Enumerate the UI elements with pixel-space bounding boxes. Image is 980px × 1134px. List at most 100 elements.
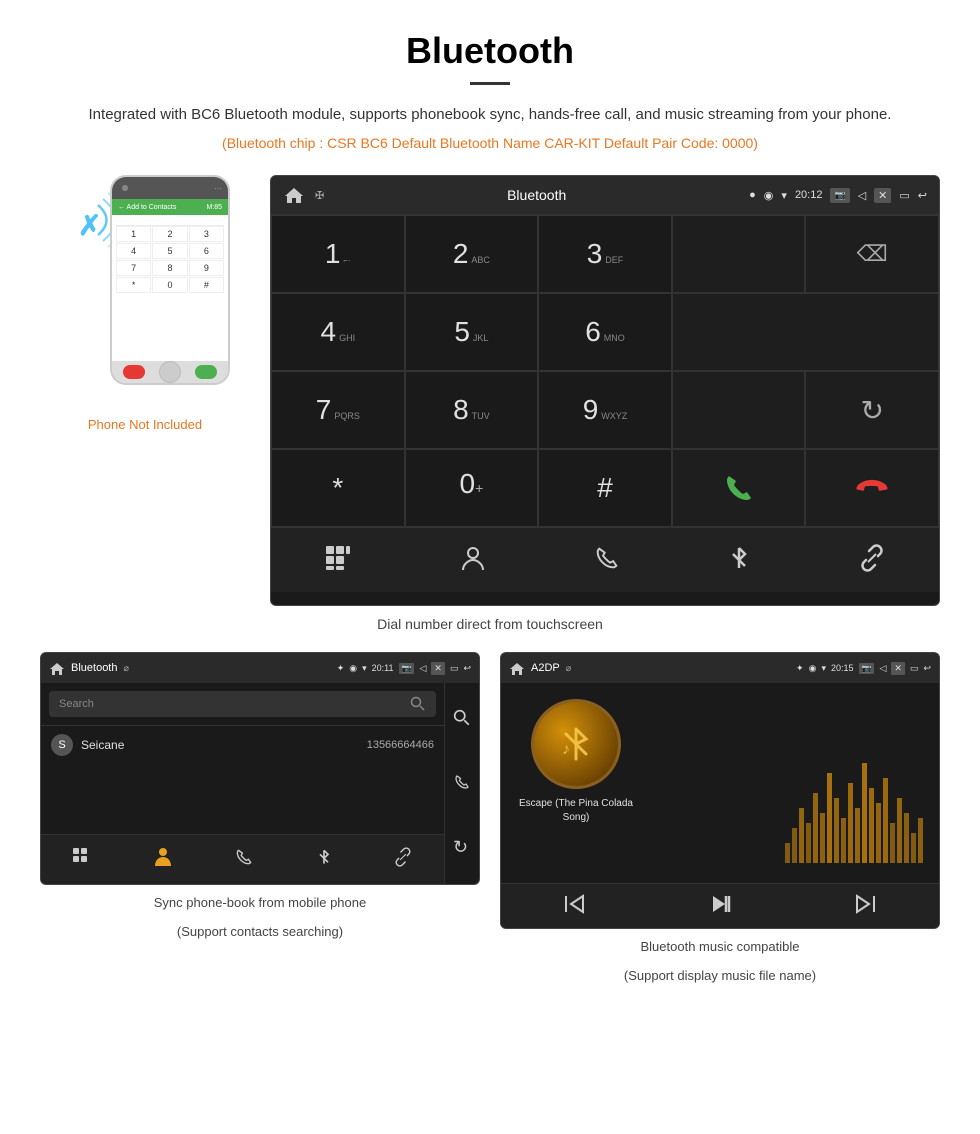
- key-2[interactable]: 2ABC: [405, 215, 539, 293]
- wifi-icon: ▾: [781, 189, 787, 202]
- viz-bar: [862, 763, 867, 863]
- dialpad-cell-8[interactable]: 8: [152, 260, 187, 276]
- empty-cell-3: [672, 371, 806, 449]
- dialpad-cell-0[interactable]: 0: [152, 277, 187, 293]
- dialpad-cell-2[interactable]: 2: [152, 226, 187, 242]
- grid-icon[interactable]: [324, 544, 352, 577]
- phone-toolbar-icon[interactable]: [593, 544, 621, 577]
- link-toolbar-icon[interactable]: [858, 544, 886, 577]
- key-hash[interactable]: #: [538, 449, 672, 527]
- time-display: 20:12: [795, 189, 823, 201]
- music-home-icon[interactable]: [509, 662, 525, 675]
- home-icon[interactable]: [283, 186, 305, 204]
- pb-phone-icon[interactable]: [234, 846, 254, 873]
- phonebook-close-icon[interactable]: ✕: [431, 662, 445, 675]
- phonebook-refresh-icon[interactable]: ↻: [453, 837, 471, 858]
- viz-bar: [869, 788, 874, 863]
- key-1[interactable]: 1⌐·: [271, 215, 405, 293]
- music-next-button[interactable]: [855, 893, 877, 920]
- display-area: [672, 215, 806, 293]
- key-5[interactable]: 5JKL: [405, 293, 539, 371]
- back-icon[interactable]: ↩: [918, 189, 927, 202]
- dialpad-cell-6[interactable]: 6: [189, 243, 224, 259]
- call-red-icon: [854, 470, 890, 506]
- dialpad-cell-3[interactable]: 3: [189, 226, 224, 242]
- search-icon: [410, 696, 426, 712]
- key-3[interactable]: 3DEF: [538, 215, 672, 293]
- music-topbar-right: ✦ ◉ ▾ 20:15 📷 ◁ ✕ ▭ ↩: [796, 662, 931, 675]
- music-caption-2: (Support display music file name): [500, 966, 940, 987]
- phonebook-content: Search S Seicane 135666: [41, 683, 479, 884]
- dialpad-screen: ✠ Bluetooth ● ◉ ▾ 20:12 📷 ◁ ✕ ▭ ↩: [270, 175, 940, 606]
- contacts-icon[interactable]: [459, 544, 487, 577]
- phonebook-win-icon[interactable]: ▭: [450, 663, 459, 674]
- dialpad-cell-9[interactable]: 9: [189, 260, 224, 276]
- key-9[interactable]: 9WXYZ: [538, 371, 672, 449]
- phone-not-included-label: Phone Not Included: [88, 417, 202, 432]
- phone-green-bar: ← Add to Contacts M:85: [112, 199, 228, 215]
- pb-grid-icon[interactable]: [72, 847, 92, 872]
- call-red-key[interactable]: [805, 449, 939, 527]
- contact-number: 13566664466: [367, 739, 434, 751]
- viz-bar: [890, 823, 895, 863]
- music-back-icon[interactable]: ↩: [923, 663, 931, 674]
- phone-home-button[interactable]: [159, 361, 181, 383]
- dialpad-topbar: ✠ Bluetooth ● ◉ ▾ 20:12 📷 ◁ ✕ ▭ ↩: [271, 176, 939, 214]
- refresh-key[interactable]: ↻: [805, 371, 939, 449]
- close-x-icon[interactable]: ✕: [874, 188, 891, 203]
- phonebook-home-icon[interactable]: [49, 662, 65, 675]
- album-art: ♪: [531, 699, 621, 789]
- phonebook-back-icon[interactable]: ↩: [463, 663, 471, 674]
- window-icon[interactable]: ▭: [899, 189, 909, 202]
- music-wifi-icon: ▾: [821, 663, 826, 674]
- dialpad-cell-7[interactable]: 7: [116, 260, 151, 276]
- search-placeholder: Search: [59, 698, 94, 710]
- phonebook-cam-icon: 📷: [399, 663, 415, 674]
- bluetooth-toolbar-icon[interactable]: [727, 544, 751, 577]
- key-star[interactable]: *: [271, 449, 405, 527]
- viz-bar: [911, 833, 916, 863]
- bluetooth-icon: ●: [749, 189, 756, 201]
- key-8[interactable]: 8TUV: [405, 371, 539, 449]
- music-win-icon[interactable]: ▭: [910, 663, 919, 674]
- volume-icon[interactable]: ◁: [858, 189, 866, 202]
- phone-screen: 1 2 3 4 5 6 7 8 9 * 0 #: [112, 215, 228, 361]
- phonebook-call-icon[interactable]: [453, 772, 471, 792]
- topbar-left: ✠: [283, 186, 324, 204]
- music-vol-icon[interactable]: ◁: [879, 663, 886, 674]
- title-divider: [470, 82, 510, 85]
- music-left: ♪ Escape (The Pina Colada Song): [501, 683, 651, 883]
- dialpad-cell-hash[interactable]: #: [189, 277, 224, 293]
- call-green-key[interactable]: [672, 449, 806, 527]
- music-close-icon[interactable]: ✕: [891, 662, 905, 675]
- music-caption-1: Bluetooth music compatible: [500, 937, 940, 958]
- key-0[interactable]: 0 +: [405, 449, 539, 527]
- pb-person-icon[interactable]: [153, 846, 173, 873]
- key-7[interactable]: 7PQRS: [271, 371, 405, 449]
- phonebook-topbar: Bluetooth ⌀ ✦ ◉ ▾ 20:11 📷 ◁ ✕ ▭ ↩: [41, 653, 479, 683]
- key-6[interactable]: 6MNO: [538, 293, 672, 371]
- music-prev-button[interactable]: [563, 893, 585, 920]
- dialpad-grid: 1⌐· 2ABC 3DEF ⌫ 4GHI 5JKL: [271, 214, 939, 605]
- phonebook-left: Search S Seicane 135666: [41, 683, 444, 884]
- usb-icon: ✠: [315, 189, 324, 202]
- dialpad-cell-5[interactable]: 5: [152, 243, 187, 259]
- dialpad-cell-star[interactable]: *: [116, 277, 151, 293]
- viz-bar: [834, 798, 839, 863]
- phonebook-vol-icon[interactable]: ◁: [419, 663, 426, 674]
- contact-avatar: S: [51, 734, 73, 756]
- svg-text:♪: ♪: [562, 741, 570, 758]
- dialpad-cell-1[interactable]: 1: [116, 226, 151, 242]
- viz-bar: [799, 808, 804, 863]
- key-4[interactable]: 4GHI: [271, 293, 405, 371]
- phone-section: ✗ ··· ← Add to Contacts: [40, 175, 250, 432]
- search-bar[interactable]: Search: [49, 691, 436, 717]
- phonebook-search-icon[interactable]: [453, 709, 471, 727]
- delete-key[interactable]: ⌫: [805, 215, 939, 293]
- phonebook-loc-icon: ◉: [349, 663, 357, 674]
- pb-bt-icon[interactable]: [316, 847, 332, 872]
- music-body: ♪ Escape (The Pina Colada Song): [501, 683, 939, 883]
- pb-link-icon[interactable]: [393, 847, 413, 872]
- music-play-pause-button[interactable]: [709, 893, 731, 920]
- dialpad-cell-4[interactable]: 4: [116, 243, 151, 259]
